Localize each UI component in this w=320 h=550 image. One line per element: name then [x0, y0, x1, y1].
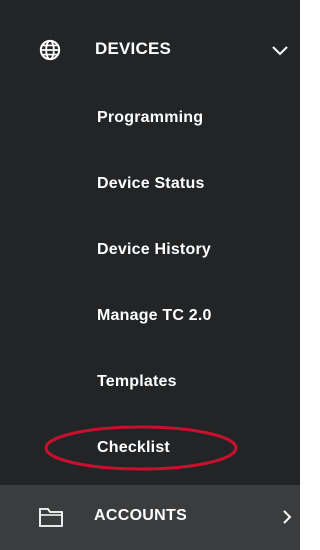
globe-icon: [39, 39, 61, 61]
sidebar-item-label: Device History: [97, 241, 211, 258]
sidebar-item-label: Manage TC 2.0: [97, 307, 212, 324]
sidebar-item-device-history[interactable]: Device History: [0, 220, 300, 280]
chevron-down-icon[interactable]: [271, 45, 289, 57]
sidebar-item-templates[interactable]: Templates: [0, 352, 300, 412]
folder-icon: [39, 508, 63, 527]
sidebar-item-manage-tc[interactable]: Manage TC 2.0: [0, 286, 300, 346]
devices-menu-header[interactable]: DEVICES: [0, 10, 300, 90]
sidebar-item-programming[interactable]: Programming: [0, 88, 300, 148]
sidebar-item-label: Device Status: [97, 175, 205, 192]
sidebar-nav: DEVICES Programming Device Status Device…: [0, 0, 300, 550]
sidebar-item-label: Checklist: [97, 439, 170, 456]
sidebar-item-label: Templates: [97, 373, 177, 390]
accounts-menu-label: ACCOUNTS: [94, 507, 188, 524]
devices-menu-label: DEVICES: [95, 39, 172, 58]
sidebar-item-checklist[interactable]: Checklist: [0, 418, 300, 478]
accounts-menu-header[interactable]: ACCOUNTS: [0, 485, 300, 550]
sidebar-item-device-status[interactable]: Device Status: [0, 154, 300, 214]
chevron-right-icon[interactable]: [282, 509, 292, 525]
sidebar-item-label: Programming: [97, 109, 204, 126]
